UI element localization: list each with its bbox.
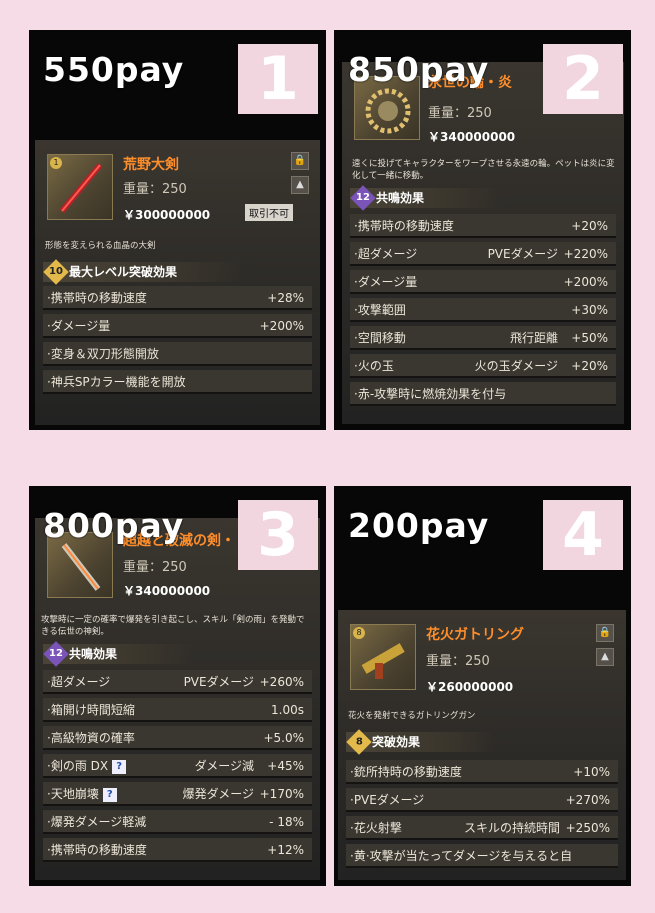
offer-panel-2: 850pay 2 永世の輪・炎 重量：250 ￥340000000 遠くに投げて… [334,30,631,430]
section-badge: 12 [43,641,69,667]
effect-row: ·高級物資の確率 +5.0% [43,726,312,750]
item-thumbnail: 8 [350,624,416,690]
help-icon[interactable]: ? [102,787,117,802]
offer-number: 4 [543,500,623,570]
item-card[interactable]: 8 花火ガトリング 重量：250 ￥260000000 🔒 ▲ 花火を発射できる… [338,610,626,880]
sword-icon [59,163,103,213]
pin-icon[interactable]: ▲ [596,648,614,666]
item-description: 攻撃時に一定の確率で爆発を引き起こし、スキル「剣の雨」を発動できる伝世の神剣。 [41,615,305,637]
effect-row: ·ダメージ量 +200% [43,314,312,338]
pin-icon[interactable]: ▲ [291,176,309,194]
effect-row: ·変身＆双刀形態開放 [43,342,312,366]
item-name: 花火ガトリング [426,627,524,643]
gatling-gun-icon [361,643,405,679]
item-description: 花火を発射できるガトリングガン [348,711,476,721]
effect-row: ·爆発ダメージ軽減 - 18% [43,810,312,834]
offer-number: 3 [238,500,318,570]
effect-row: ·神兵SPカラー機能を開放 [43,370,312,394]
offer-panel-1: 550pay 1 1 荒野大剣 重量：250 ￥300000000 🔒 ▲ 取引… [29,30,326,430]
effect-row: ·空間移動 飛行距離 +50% [350,326,616,350]
item-price: ￥300000000 [123,208,211,222]
section-badge: 12 [350,185,376,211]
effect-row: ·箱開け時間短縮 1.00s [43,698,312,722]
effect-row: ·携帯時の移動速度 +20% [350,214,616,238]
effect-row: ·剣の雨 DX? ダメージ減 +45% [43,754,312,778]
item-description: 形態を変えられる血晶の大剣 [45,241,156,251]
effect-row: ·携帯時の移動速度 +28% [43,286,312,310]
item-price: ￥340000000 [123,584,211,598]
offer-price: 200pay [348,506,490,545]
effect-row: ·花火射撃 スキルの持続時間 +250% [346,816,618,840]
help-icon[interactable]: ? [112,759,127,774]
item-name: 荒野大剣 [123,157,179,173]
effect-row: ·超ダメージ PVEダメージ +220% [350,242,616,266]
effect-section-header: 10 最大レベル突破効果 [43,259,243,285]
item-description: 遠くに投げてキャラクターをワープさせる永遠の輪。ペットは炎に変化して一緒に移動。 [352,159,615,181]
item-thumbnail: 1 [47,154,113,220]
effect-row: ·火の玉 火の玉ダメージ +20% [350,354,616,378]
effect-row: ·赤-攻撃時に燃焼効果を付与 [350,382,616,406]
effect-row: ·ダメージ量 +200% [350,270,616,294]
offer-price: 800pay [43,506,185,545]
effect-row: ·攻撃範囲 +30% [350,298,616,322]
effect-section-header: 12 共鳴効果 [43,641,193,667]
effect-row: ·PVEダメージ +270% [346,788,618,812]
offer-panel-3: 800pay 3 超越と破滅の剣・ 重量：250 ￥340000000 攻撃時に… [29,486,326,886]
effect-section-header: 8 突破効果 [346,729,496,755]
effect-row: ·銃所持時の移動速度 +10% [346,760,618,784]
effect-row: ·黄·攻撃が当たってダメージを与えると自 [346,844,618,868]
offer-price: 850pay [348,50,490,89]
item-weight: 重量：250 [123,182,187,197]
effect-section-header: 12 共鳴効果 [350,185,500,211]
offer-number: 2 [543,44,623,114]
lock-icon[interactable]: 🔒 [596,624,614,642]
lock-icon[interactable]: 🔒 [291,152,309,170]
offer-price: 550pay [43,50,185,89]
untradeable-tag: 取引不可 [245,204,293,221]
offer-panel-4: 200pay 4 8 花火ガトリング 重量：250 ￥260000000 🔒 ▲… [334,486,631,886]
effect-row: ·携帯時の移動速度 +12% [43,838,312,862]
item-card[interactable]: 永世の輪・炎 重量：250 ￥340000000 遠くに投げてキャラクターをワー… [342,62,624,424]
section-badge: 8 [346,729,372,755]
item-price: ￥340000000 [428,130,516,144]
item-card[interactable]: 1 荒野大剣 重量：250 ￥300000000 🔒 ▲ 取引不可 形態を変えら… [35,140,320,425]
item-price: ￥260000000 [426,680,514,694]
item-weight: 重量：250 [123,560,187,575]
effect-row: ·天地崩壊? 爆発ダメージ +170% [43,782,312,806]
section-badge: 10 [43,259,69,285]
offer-number: 1 [238,44,318,114]
item-weight: 重量：250 [426,654,490,669]
item-card[interactable]: 超越と破滅の剣・ 重量：250 ￥340000000 攻撃時に一定の確率で爆発を… [35,518,320,880]
item-weight: 重量：250 [428,106,492,121]
effect-row: ·超ダメージ PVEダメージ +260% [43,670,312,694]
